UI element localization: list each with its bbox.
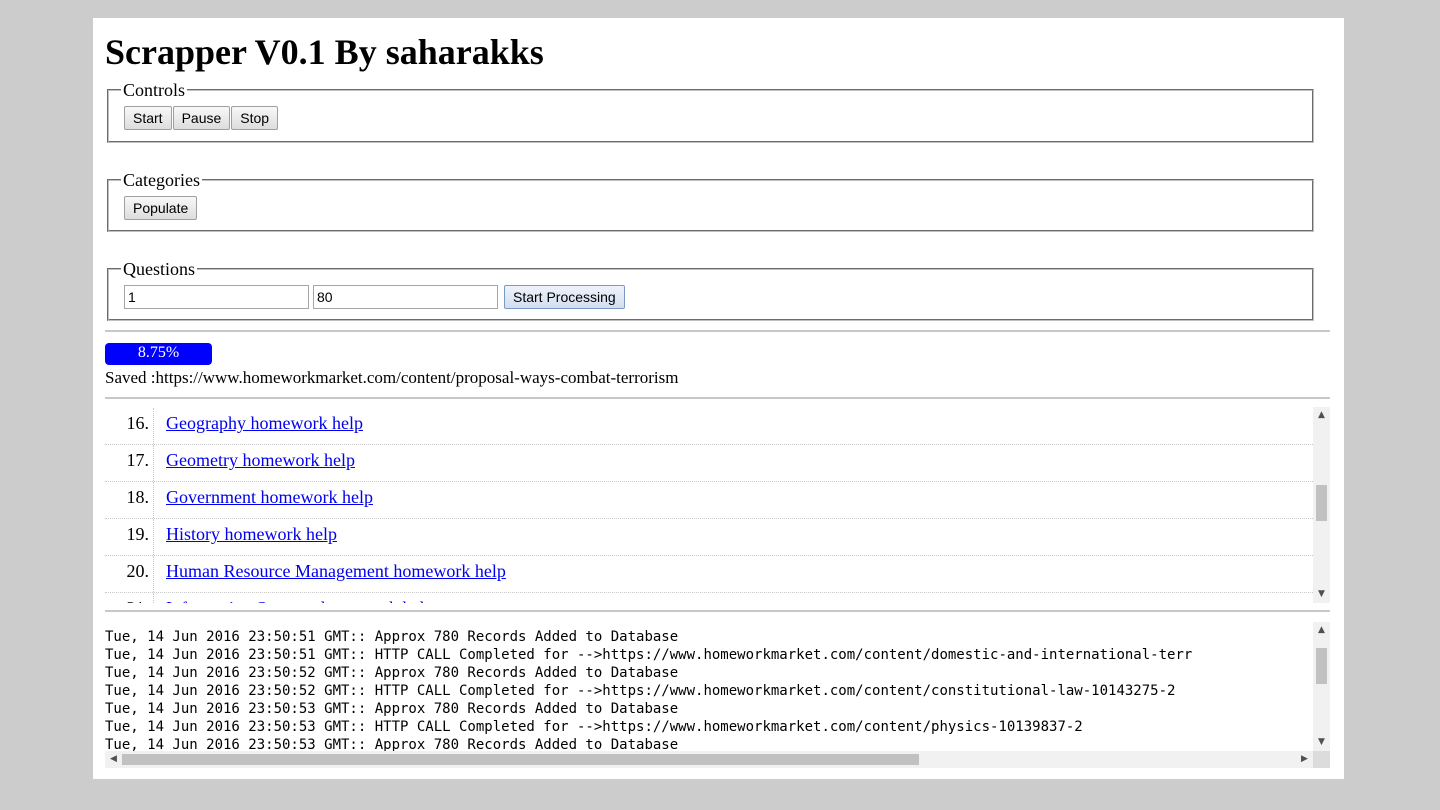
log-line: Tue, 14 Jun 2016 23:50:53 GMT:: Approx 7… bbox=[105, 737, 679, 751]
down-arrow-icon[interactable]: ▼ bbox=[1313, 734, 1330, 751]
list-item-number: 18. bbox=[126, 487, 150, 507]
start-processing-button[interactable]: Start Processing bbox=[504, 285, 625, 309]
list-item-number: 19. bbox=[126, 524, 150, 544]
categories-legend: Categories bbox=[123, 170, 200, 190]
list-item: 17. Geometry homework help bbox=[105, 445, 1313, 482]
right-arrow-icon[interactable]: ▶ bbox=[1296, 751, 1313, 768]
cell-divider bbox=[153, 593, 154, 603]
category-link[interactable]: Geometry homework help bbox=[166, 450, 355, 470]
controls-fieldset: Controls Start Pause Stop bbox=[107, 81, 1314, 143]
up-arrow-icon[interactable]: ▲ bbox=[1313, 622, 1330, 639]
list-item: 21. Information Systems homework help bbox=[105, 593, 1313, 603]
log-horizontal-scrollbar[interactable]: ◀ ▶ bbox=[105, 751, 1313, 768]
divider bbox=[105, 397, 1330, 399]
pause-button[interactable]: Pause bbox=[172, 106, 231, 130]
saved-status-text: Saved :https://www.homeworkmarket.com/co… bbox=[105, 368, 679, 387]
list-item: 20. Human Resource Management homework he… bbox=[105, 556, 1313, 593]
list-item: 19. History homework help bbox=[105, 519, 1313, 556]
list-item-number: 21. bbox=[105, 598, 150, 603]
down-arrow-icon[interactable]: ▼ bbox=[1313, 586, 1330, 603]
divider bbox=[105, 330, 1330, 332]
start-button[interactable]: Start bbox=[124, 106, 172, 130]
log-line: Tue, 14 Jun 2016 23:50:52 GMT:: HTTP CAL… bbox=[105, 683, 1176, 699]
category-link[interactable]: Human Resource Management homework help bbox=[166, 561, 506, 581]
populate-button[interactable]: Populate bbox=[124, 196, 198, 220]
list-item-number: 16. bbox=[126, 413, 150, 433]
category-link[interactable]: Information Systems homework help bbox=[166, 598, 433, 603]
to-index-input[interactable] bbox=[313, 285, 498, 309]
up-arrow-icon[interactable]: ▲ bbox=[1313, 407, 1330, 424]
scrollbar-thumb[interactable] bbox=[122, 754, 919, 765]
divider bbox=[105, 610, 1330, 612]
scrollbar-corner bbox=[1313, 751, 1330, 768]
category-list: 16. Geography homework help 17. Geometry ho… bbox=[105, 408, 1313, 603]
from-index-input[interactable] bbox=[124, 285, 309, 309]
questions-legend: Questions bbox=[123, 259, 195, 279]
log-line: Tue, 14 Jun 2016 23:50:53 GMT:: HTTP CAL… bbox=[105, 719, 1083, 735]
list-vertical-scrollbar[interactable]: ▲ ▼ bbox=[1313, 407, 1330, 603]
category-link[interactable]: Government homework help bbox=[166, 487, 373, 507]
log-line: Tue, 14 Jun 2016 23:50:52 GMT:: Approx 7… bbox=[105, 665, 679, 681]
log-lines: Tue, 14 Jun 2016 23:50:51 GMT:: Approx 7… bbox=[105, 622, 1313, 751]
log-line: Tue, 14 Jun 2016 23:50:53 GMT:: Approx 7… bbox=[105, 701, 679, 717]
list-item-number: 17. bbox=[126, 450, 150, 470]
log-line: Tue, 14 Jun 2016 23:50:51 GMT:: HTTP CAL… bbox=[105, 647, 1193, 663]
cell-divider bbox=[153, 556, 154, 592]
questions-fieldset: Questions Start Processing bbox=[107, 260, 1314, 321]
scrollbar-thumb[interactable] bbox=[1316, 485, 1327, 521]
page-title: Scrapper V0.1 By saharakks bbox=[105, 32, 544, 72]
stop-button[interactable]: Stop bbox=[231, 106, 279, 130]
category-link[interactable]: History homework help bbox=[166, 524, 337, 544]
cell-divider bbox=[153, 408, 154, 444]
cell-divider bbox=[153, 482, 154, 518]
category-link[interactable]: Geography homework help bbox=[166, 413, 363, 433]
main-panel: Scrapper V0.1 By saharakks Controls Star… bbox=[93, 18, 1344, 779]
left-arrow-icon[interactable]: ◀ bbox=[105, 751, 122, 768]
list-item: 16. Geography homework help bbox=[105, 408, 1313, 445]
progress-bar: 8.75% bbox=[105, 343, 212, 365]
log-vertical-scrollbar[interactable]: ▲ ▼ bbox=[1313, 622, 1330, 751]
categories-fieldset: Categories Populate bbox=[107, 171, 1314, 232]
log-line: Tue, 14 Jun 2016 23:50:51 GMT:: Approx 7… bbox=[105, 629, 679, 645]
category-list-box[interactable]: 16. Geography homework help 17. Geometry ho… bbox=[105, 407, 1330, 603]
controls-legend: Controls bbox=[123, 80, 186, 100]
log-textarea[interactable]: Tue, 14 Jun 2016 23:50:51 GMT:: Approx 7… bbox=[105, 622, 1330, 768]
list-item: 18. Government homework help bbox=[105, 482, 1313, 519]
cell-divider bbox=[153, 519, 154, 555]
log-content: Tue, 14 Jun 2016 23:50:51 GMT:: Approx 7… bbox=[105, 622, 1192, 751]
cell-divider bbox=[153, 445, 154, 481]
scrollbar-thumb[interactable] bbox=[1316, 648, 1327, 684]
list-item-number: 20. bbox=[126, 561, 150, 581]
